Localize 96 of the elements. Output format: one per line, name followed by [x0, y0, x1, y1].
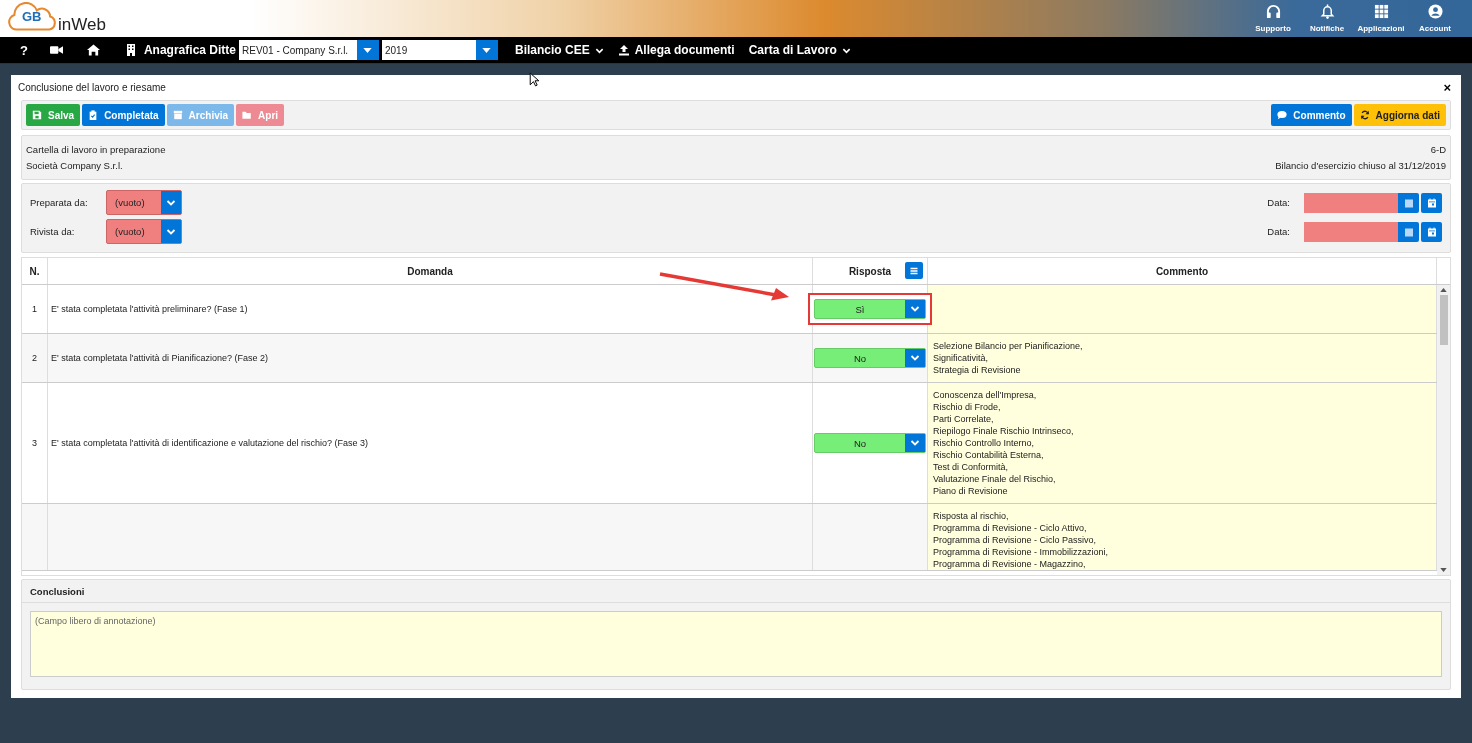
- nav-menu[interactable]: Allega documenti: [610, 43, 742, 57]
- panel-title: Conclusioni: [22, 580, 1450, 603]
- comment-line: Conoscenza dell'Impresa,: [933, 389, 1038, 401]
- scrollbar[interactable]: [1437, 285, 1450, 575]
- column-header: N.: [22, 258, 48, 284]
- folder-icon: [242, 110, 253, 120]
- nav-menu[interactable]: Bilancio CEE: [508, 43, 611, 57]
- company-text: Società Company S.r.l.: [26, 160, 123, 172]
- field-label: Data:: [1267, 226, 1290, 237]
- grid-icon: [1373, 4, 1389, 19]
- scroll-up-icon[interactable]: [1440, 288, 1447, 292]
- logo-mark: GB: [22, 9, 42, 24]
- comment-line: Significatività,: [933, 352, 990, 364]
- comment-line: Rischio di Frode,: [933, 401, 1002, 413]
- comment-line: Programma di Revisione - Magazzino,: [933, 558, 1087, 570]
- chevron-down-icon: [910, 304, 920, 314]
- comment-line: Programma di Revisione - Ciclo Attivo,: [933, 522, 1088, 534]
- field-label: Data:: [1267, 197, 1290, 208]
- question-text: E' stata completata l'attività preliminare? (Fase 1): [51, 304, 248, 314]
- company-select[interactable]: REV01 - Company S.r.l.: [239, 40, 379, 60]
- scrollbar-thumb[interactable]: [1439, 295, 1448, 345]
- comment-line: Piano di Revisione: [933, 485, 1009, 497]
- notes-field[interactable]: (Campo libero di annotazione): [30, 611, 1442, 677]
- person-select[interactable]: (vuoto): [106, 219, 182, 244]
- calendar-button[interactable]: [1421, 192, 1442, 213]
- answer-select[interactable]: No: [814, 348, 926, 368]
- bell-icon: [1319, 4, 1335, 19]
- headset-icon: [1265, 4, 1281, 19]
- status-text: Cartella di lavoro in preparazione: [26, 143, 166, 155]
- answer-select[interactable]: No: [814, 433, 926, 453]
- company-label: Anagrafica Ditte: [143, 43, 236, 57]
- date-field[interactable]: [1304, 192, 1398, 213]
- person-select[interactable]: (vuoto): [106, 190, 182, 215]
- field-label: Preparata da:: [30, 197, 89, 208]
- comment-line: Valutazione Finale del Rischio,: [933, 473, 1057, 485]
- close-button[interactable]: ×: [1443, 80, 1451, 95]
- comment-line: Selezione Bilancio per Pianificazione,: [933, 340, 1084, 352]
- column-header: Domanda: [48, 258, 813, 284]
- comment-line: Riepilogo Finale Rischio Intrinseco,: [933, 425, 1075, 437]
- code-text: 6-D: [1430, 143, 1446, 155]
- menu-icon: [909, 265, 919, 276]
- dialog-title: Conclusione del lavoro e riesame: [18, 82, 166, 93]
- cloud-logo-icon: [6, 2, 56, 32]
- caret-icon: [363, 47, 373, 53]
- row-number: 1: [32, 304, 37, 314]
- calendar-button[interactable]: [1398, 192, 1419, 213]
- calendar-button[interactable]: [1398, 221, 1419, 242]
- calendar-icon: [1403, 226, 1414, 237]
- header-action[interactable]: Notifiche: [1300, 0, 1354, 37]
- comment-line: Parti Correlate,: [933, 413, 995, 425]
- field-label: Rivista da:: [30, 226, 76, 237]
- nav-menu[interactable]: Carta di Lavoro: [741, 43, 858, 57]
- comment-line: Programma di Revisione - Ciclo Passivo,: [933, 534, 1098, 546]
- toolbar-button[interactable]: Aggiorna dati: [1353, 104, 1446, 126]
- comment-line: Rischio Controllo Interno,: [933, 437, 1036, 449]
- question-text: E' stata completata l'attività di Pianificazione? (Fase 2): [51, 353, 269, 363]
- answer-select[interactable]: Sì: [814, 299, 926, 319]
- column-header: Commento: [928, 258, 1437, 284]
- row-number: 3: [32, 438, 37, 448]
- calendar-icon: [1403, 197, 1414, 208]
- help-button[interactable]: ?: [10, 42, 38, 58]
- building-icon: [125, 44, 136, 56]
- date-field[interactable]: [1304, 221, 1398, 242]
- user-icon: [1427, 4, 1443, 19]
- archive-icon: [172, 110, 183, 120]
- comment-line: Rischio Contabilità Esterna,: [933, 449, 1045, 461]
- comment-line: Risposta al rischio,: [933, 510, 1010, 522]
- period-text: Bilancio d'esercizio chiuso al 31/12/2019: [1275, 160, 1446, 172]
- video-camera-icon[interactable]: [49, 44, 63, 56]
- chevron-down-icon: [910, 438, 920, 448]
- header-action[interactable]: Account: [1408, 0, 1462, 37]
- toolbar-button[interactable]: Completata: [82, 104, 165, 126]
- chevron-down-icon: [910, 353, 920, 363]
- clipboard-icon: [88, 110, 99, 120]
- logo-text: inWeb: [58, 15, 106, 35]
- save-icon: [32, 110, 42, 120]
- caret-icon: [482, 47, 492, 53]
- header-action[interactable]: Applicazioni: [1354, 0, 1408, 37]
- calendar-icon: [1426, 197, 1437, 208]
- row-number: 2: [32, 353, 37, 363]
- home-icon[interactable]: [86, 44, 100, 56]
- year-select[interactable]: 2019: [382, 40, 498, 60]
- toolbar-button[interactable]: Commento: [1271, 104, 1352, 126]
- comment-line: Programma di Revisione - Immobilizzazioni,: [933, 546, 1110, 558]
- upload-icon: [617, 44, 630, 56]
- comment-line: Test di Conformità,: [933, 461, 1010, 473]
- comment-line: Strategia di Revisione: [933, 364, 1022, 376]
- comment-icon: [1277, 110, 1288, 120]
- header-action[interactable]: Supporto: [1246, 0, 1300, 37]
- column-header: Risposta: [848, 265, 892, 277]
- scroll-down-icon[interactable]: [1440, 568, 1447, 572]
- refresh-icon: [1359, 110, 1370, 120]
- calendar-button[interactable]: [1421, 221, 1442, 242]
- calendar-icon: [1426, 226, 1437, 237]
- menu-button[interactable]: [905, 262, 923, 279]
- question-text: E' stata completata l'attività di identificazione e valutazione del rischio? (Fase 3): [51, 438, 369, 448]
